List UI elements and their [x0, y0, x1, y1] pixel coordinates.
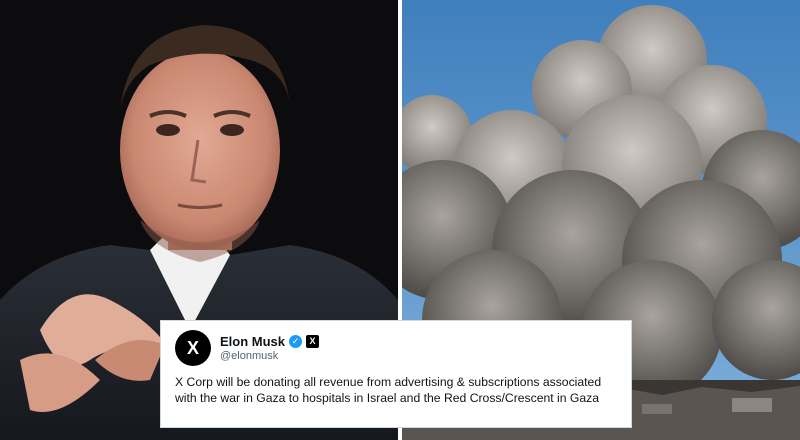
user-handle: @elonmusk — [220, 349, 279, 362]
display-name: Elon Musk — [220, 333, 286, 349]
verified-badge-icon: ✓ — [289, 334, 303, 348]
avatar: X — [175, 330, 211, 366]
author-info: Elon Musk ✓ X @elonmusk — [220, 333, 320, 364]
name-row: Elon Musk ✓ X — [220, 333, 320, 350]
affiliation-badge-icon: X — [306, 334, 320, 348]
tweet-text: X Corp will be donating all revenue from… — [175, 375, 602, 405]
tweet-card: X Elon Musk ✓ X @elonmusk X Corp will be… — [160, 320, 632, 428]
x-logo-icon: X — [186, 338, 199, 358]
tweet-header: X Elon Musk ✓ X @elonmusk — [175, 330, 617, 366]
